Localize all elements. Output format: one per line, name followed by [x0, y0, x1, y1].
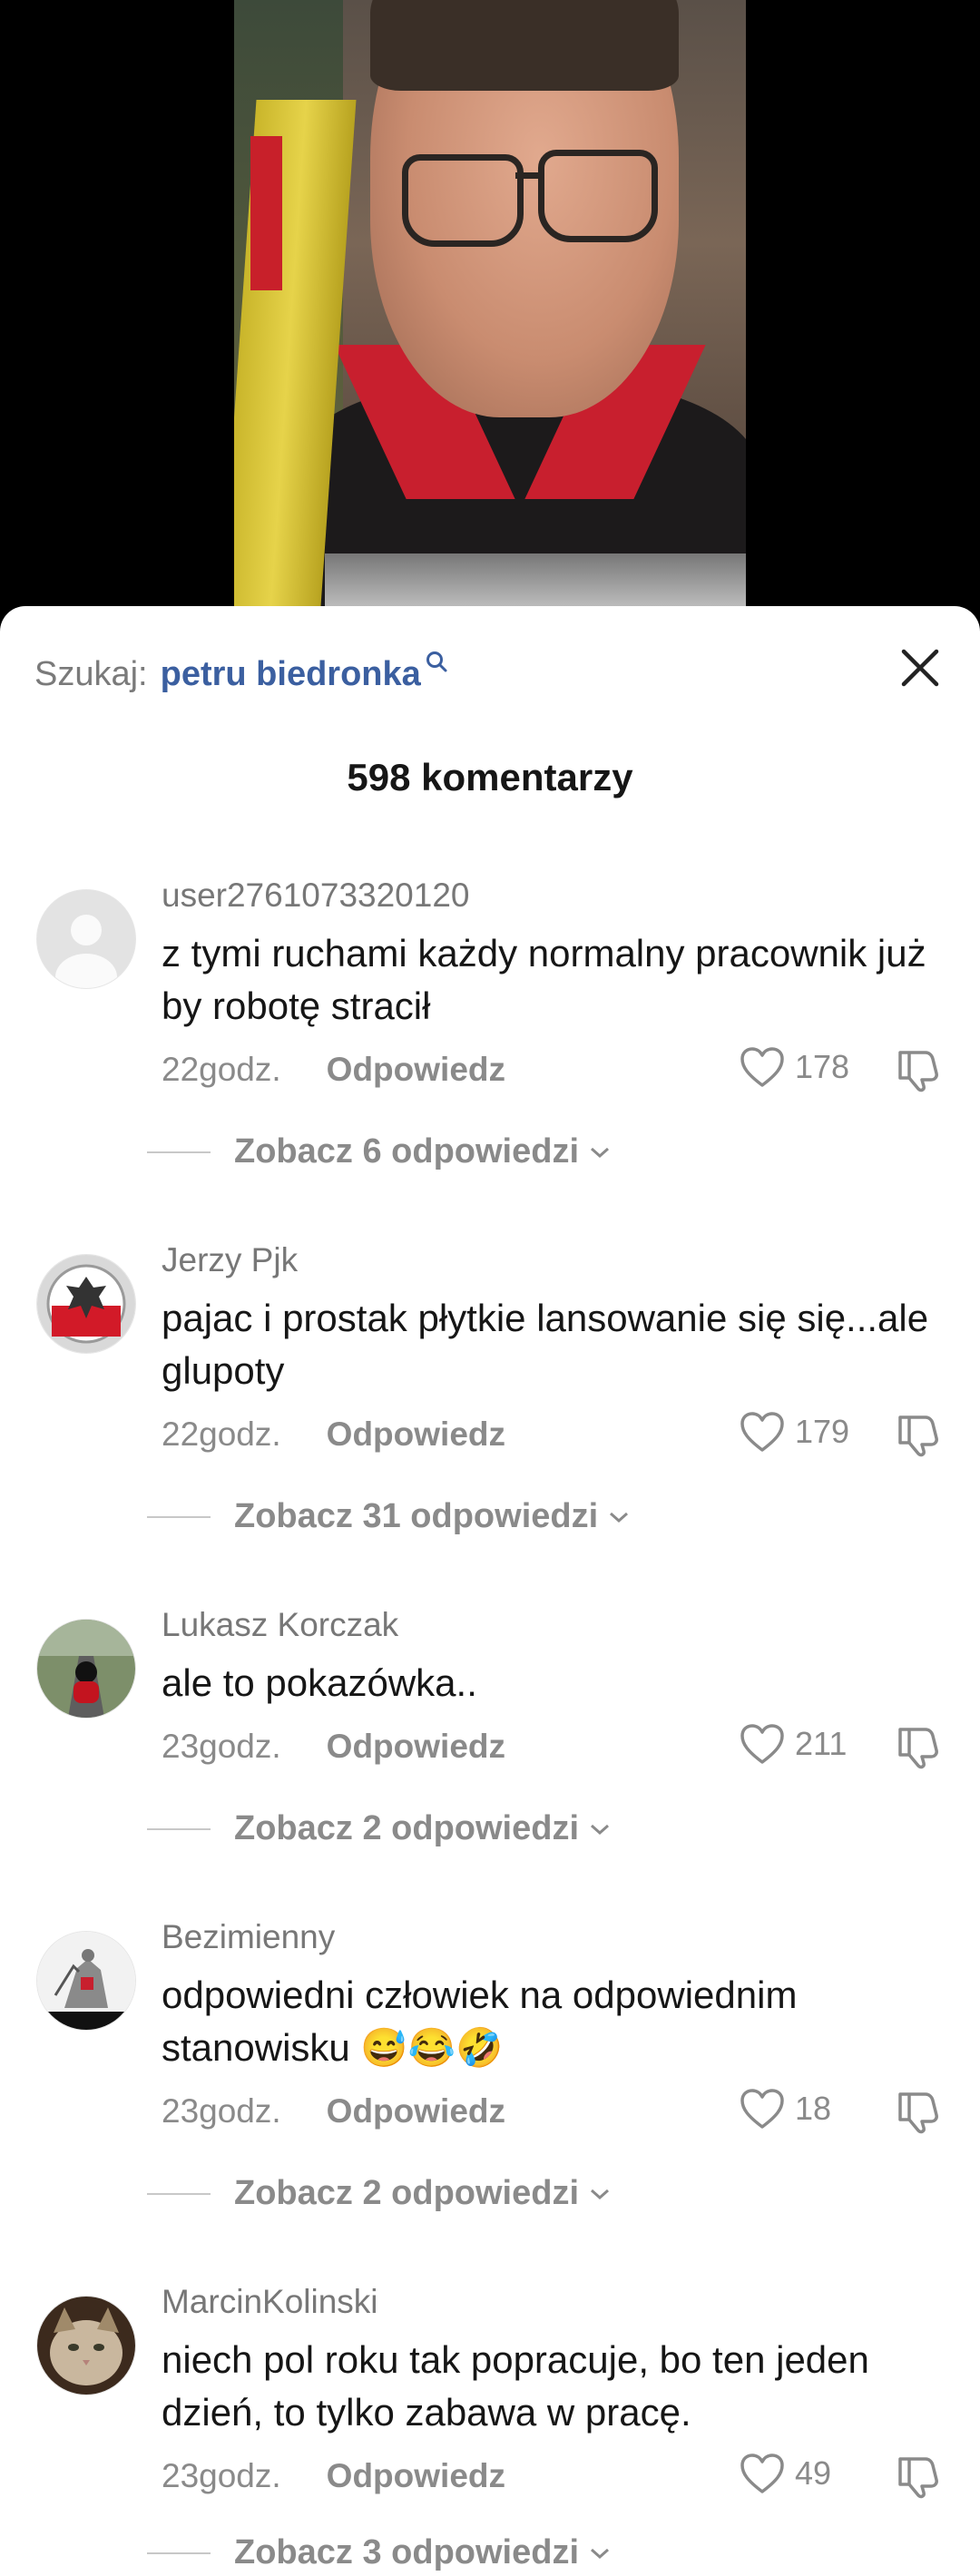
- chevron-down-icon: [610, 1512, 629, 1523]
- view-replies-button[interactable]: Zobacz 3 odpowiedzi: [147, 2533, 612, 2572]
- comment-username[interactable]: user2761073320120: [162, 877, 470, 915]
- view-replies-button[interactable]: Zobacz 6 odpowiedzi: [147, 1132, 612, 1171]
- avatar[interactable]: [36, 2296, 136, 2395]
- motorcycle-photo-icon: [37, 1620, 135, 1718]
- comment-meta: 22godz. Odpowiedz: [162, 1051, 505, 1089]
- comment-text: ale to pokazówka..: [162, 1661, 477, 1704]
- divider-line: [147, 1515, 211, 1518]
- comment-meta: 23godz. Odpowiedz: [162, 1728, 505, 1766]
- like-button[interactable]: 49: [739, 2452, 831, 2495]
- search-suggestion[interactable]: Szukaj: petru biedronka: [34, 651, 448, 697]
- like-count: 18: [795, 2090, 832, 2127]
- comment-text: odpowiedni człowiek na odpowiednim stano…: [162, 1974, 798, 2069]
- reply-button[interactable]: Odpowiedz: [327, 1728, 505, 1766]
- heart-icon: [740, 1047, 784, 1087]
- comments-sheet: Szukaj: petru biedronka 598 komentarzy u…: [0, 606, 980, 2576]
- video-player[interactable]: [0, 0, 980, 635]
- view-replies-label: Zobacz 2 odpowiedzi: [234, 2174, 580, 2212]
- comment-time: 23godz.: [162, 2092, 281, 2130]
- heart-icon: [740, 1412, 784, 1452]
- view-replies-label: Zobacz 3 odpowiedzi: [234, 2533, 580, 2571]
- heart-icon: [740, 2454, 784, 2493]
- like-count: 179: [795, 1413, 850, 1450]
- divider-line: [147, 1827, 211, 1830]
- like-button[interactable]: 18: [739, 2087, 831, 2130]
- eagle-emblem-icon: [37, 1255, 135, 1353]
- comment-username[interactable]: MarcinKolinski: [162, 2283, 378, 2321]
- reply-button[interactable]: Odpowiedz: [327, 2457, 505, 2495]
- comment-time: 23godz.: [162, 2457, 281, 2494]
- reply-button[interactable]: Odpowiedz: [327, 1415, 505, 1454]
- like-button[interactable]: 178: [739, 1045, 849, 1089]
- dislike-icon[interactable]: [895, 1724, 944, 1769]
- chevron-down-icon: [591, 1147, 610, 1158]
- dislike-icon[interactable]: [895, 1047, 944, 1092]
- reply-button[interactable]: Odpowiedz: [327, 2092, 505, 2130]
- avatar[interactable]: [36, 1619, 136, 1719]
- divider-line: [147, 1151, 211, 1153]
- avatar[interactable]: [36, 1254, 136, 1354]
- comment-meta: 23godz. Odpowiedz: [162, 2457, 505, 2495]
- divider-line: [147, 2552, 211, 2554]
- like-button[interactable]: 211: [739, 1722, 847, 1766]
- like-count: 211: [795, 1725, 848, 1762]
- comment-username[interactable]: Lukasz Korczak: [162, 1606, 398, 1644]
- dislike-icon[interactable]: [895, 1412, 944, 1457]
- heart-icon: [740, 2089, 784, 2129]
- view-replies-label: Zobacz 2 odpowiedzi: [234, 1809, 580, 1847]
- comment-time: 22godz.: [162, 1415, 281, 1453]
- like-button[interactable]: 179: [739, 1410, 849, 1454]
- view-replies-button[interactable]: Zobacz 2 odpowiedzi: [147, 2174, 612, 2213]
- comment-meta: 23godz. Odpowiedz: [162, 2092, 505, 2130]
- comment-username[interactable]: Jerzy Pjk: [162, 1241, 298, 1279]
- like-count: 49: [795, 2454, 832, 2492]
- search-term-link[interactable]: petru biedronka: [161, 655, 421, 694]
- search-icon: [426, 651, 447, 672]
- dislike-icon[interactable]: [895, 2454, 944, 2499]
- divider-line: [147, 2192, 211, 2195]
- knight-illustration-icon: [37, 1932, 135, 2030]
- video-frame: [234, 0, 746, 606]
- chevron-down-icon: [591, 2548, 610, 2559]
- comment-meta: 22godz. Odpowiedz: [162, 1415, 505, 1454]
- comment-text: niech pol roku tak popracuje, bo ten jed…: [162, 2338, 869, 2434]
- avatar[interactable]: [36, 1931, 136, 2031]
- view-replies-label: Zobacz 31 odpowiedzi: [234, 1497, 599, 1535]
- reply-button[interactable]: Odpowiedz: [327, 1051, 505, 1089]
- comment-time: 23godz.: [162, 1728, 281, 1765]
- view-replies-button[interactable]: Zobacz 31 odpowiedzi: [147, 1497, 631, 1536]
- comment-username[interactable]: Bezimienny: [162, 1918, 335, 1956]
- like-count: 178: [795, 1048, 850, 1085]
- chevron-down-icon: [591, 2189, 610, 2199]
- comment-text: z tymi ruchami każdy normalny pracownik …: [162, 932, 926, 1027]
- cat-photo-icon: [37, 2297, 135, 2395]
- close-icon[interactable]: [900, 648, 940, 688]
- comments-count-title: 598 komentarzy: [347, 756, 633, 798]
- comment-text: pajac i prostak płytkie lansowanie się s…: [162, 1297, 929, 1392]
- heart-icon: [740, 1724, 784, 1764]
- avatar[interactable]: [36, 889, 136, 989]
- search-prefix: Szukaj:: [34, 654, 148, 693]
- dislike-icon[interactable]: [895, 2089, 944, 2134]
- comment-time: 22godz.: [162, 1051, 281, 1088]
- chevron-down-icon: [591, 1824, 610, 1835]
- view-replies-button[interactable]: Zobacz 2 odpowiedzi: [147, 1809, 612, 1848]
- default-avatar-icon: [37, 890, 135, 988]
- view-replies-label: Zobacz 6 odpowiedzi: [234, 1132, 580, 1170]
